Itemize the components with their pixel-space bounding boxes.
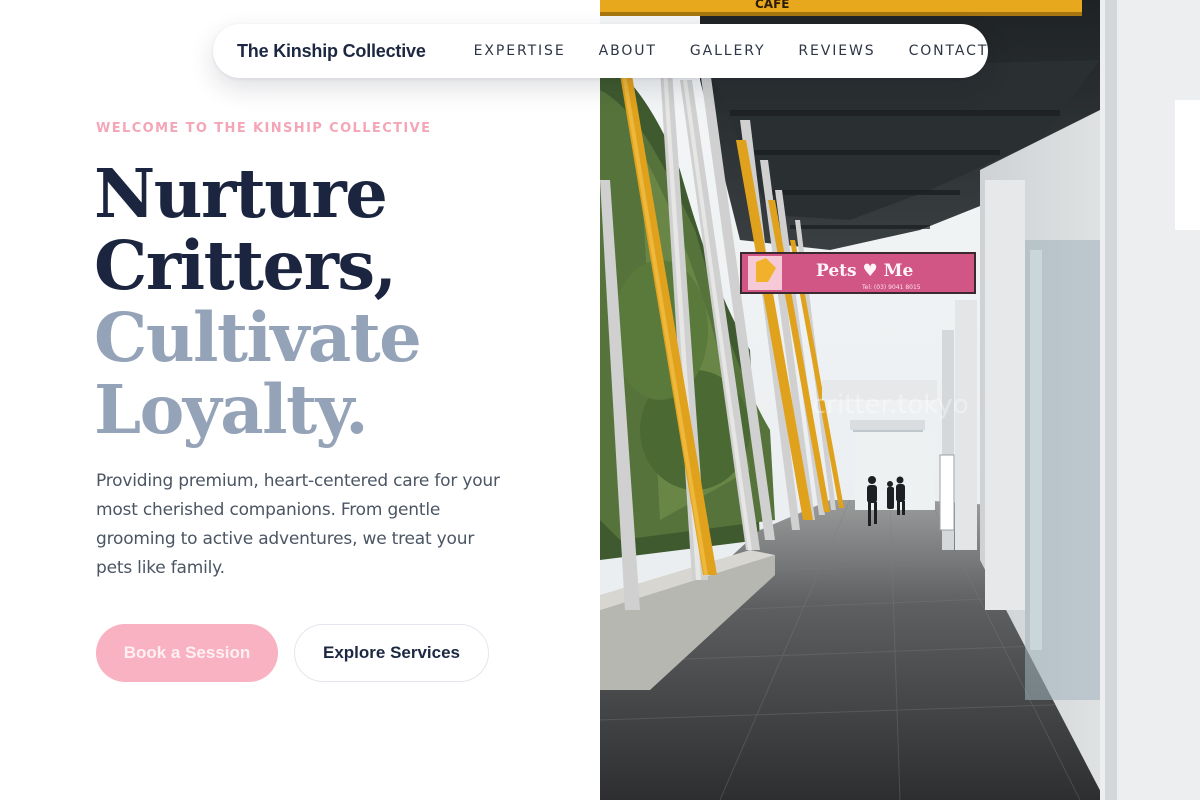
- headline-line-4: Loyalty.: [94, 370, 369, 449]
- explore-services-button[interactable]: Explore Services: [294, 624, 489, 682]
- nav-links: EXPERTISE ABOUT GALLERY REVIEWS CONTACT: [474, 43, 989, 59]
- nav-link-gallery[interactable]: GALLERY: [690, 43, 766, 59]
- svg-text:Pets ♥ Me: Pets ♥ Me: [816, 261, 913, 281]
- headline-line-2: Critters,: [94, 226, 397, 305]
- hero-headline: Nurture Critters, Cultivate Loyalty.: [94, 154, 422, 449]
- nav-link-contact[interactable]: CONTACT: [909, 43, 989, 59]
- hero-description: Providing premium, heart-centered care f…: [96, 471, 500, 578]
- headline-line-3: Cultivate: [94, 298, 422, 377]
- nav-link-expertise[interactable]: EXPERTISE: [474, 43, 566, 59]
- hero-photo: CAFE Pets ♥ Me Tel: (03) 9041 8015 critt…: [600, 0, 1200, 800]
- hero-eyebrow: WELCOME TO THE KINSHIP COLLECTIVE: [96, 121, 432, 136]
- nav-link-about[interactable]: ABOUT: [599, 43, 657, 59]
- pet-shop-sign: Pets ♥ Me Tel: (03) 9041 8015: [740, 252, 976, 294]
- photo-watermark: critter.tokyo: [812, 390, 969, 420]
- main-navbar: The Kinship Collective EXPERTISE ABOUT G…: [213, 24, 988, 78]
- nav-link-reviews[interactable]: REVIEWS: [798, 43, 875, 59]
- book-session-button[interactable]: Book a Session: [96, 624, 278, 682]
- svg-text:Tel: (03) 9041 8015: Tel: (03) 9041 8015: [861, 284, 921, 291]
- brand-logo-text[interactable]: The Kinship Collective: [237, 41, 426, 62]
- cafe-sign-text: CAFE: [755, 0, 790, 11]
- headline-line-1: Nurture: [94, 154, 388, 233]
- arcade-walkway-illustration: CAFE Pets ♥ Me Tel: (03) 9041 8015 critt…: [600, 0, 1200, 800]
